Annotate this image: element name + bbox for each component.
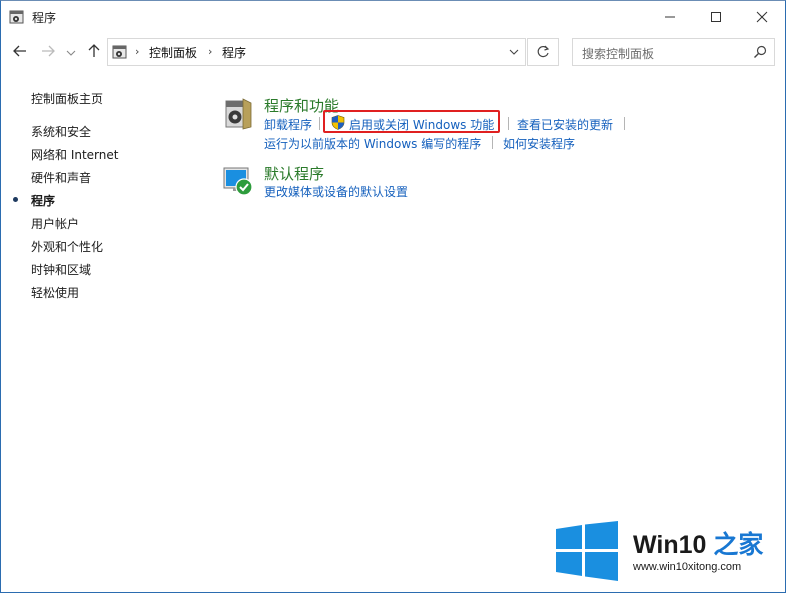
watermark-brand: Win10 之家 [633,525,763,561]
uninstall-program-link[interactable]: 卸载程序 [264,116,312,133]
control-panel-icon [9,10,24,24]
current-item-bullet [13,197,18,202]
arrow-left-icon [13,45,26,57]
control-panel-icon [112,45,127,59]
how-to-install-link[interactable]: 如何安装程序 [503,135,575,152]
view-installed-updates-link[interactable]: 查看已安装的更新 [517,116,613,133]
arrow-right-icon [42,45,55,57]
back-button[interactable] [11,42,29,60]
link-divider [624,117,625,130]
change-media-defaults-link[interactable]: 更改媒体或设备的默认设置 [264,183,408,200]
search-icon[interactable] [753,45,767,59]
address-bar[interactable]: › 控制面板 › 程序 [107,38,526,66]
control-panel-window: 程序 › 控制面板 › 程序 搜索控制面板 控制面板主页 系统和安全 网络和 I… [0,0,786,593]
forward-button[interactable] [39,42,57,60]
minimize-button[interactable] [647,1,693,32]
maximize-icon [711,11,721,22]
close-icon [756,11,768,22]
default-programs-icon[interactable] [223,165,255,197]
chevron-down-icon [509,49,519,55]
minimize-icon [665,16,675,17]
sidebar-item-clock-region[interactable]: 时钟和区域 [31,261,91,278]
run-older-programs-link[interactable]: 运行为以前版本的 Windows 编写的程序 [264,135,481,152]
link-divider [492,136,493,149]
recent-locations-button[interactable] [65,44,77,62]
search-placeholder[interactable]: 搜索控制面板 [582,45,654,62]
link-divider [319,117,320,130]
watermark-brand-win10: Win10 [633,531,707,559]
sidebar-item-ease-of-access[interactable]: 轻松使用 [31,284,79,301]
window-title: 程序 [32,11,57,25]
sidebar-item-appearance[interactable]: 外观和个性化 [31,238,103,255]
breadcrumb-control-panel[interactable]: 控制面板 [149,44,197,61]
chevron-down-icon [66,50,76,56]
sidebar-item-programs[interactable]: 程序 [31,192,55,209]
sidebar-item-network[interactable]: 网络和 Internet [31,146,118,163]
breadcrumb-programs[interactable]: 程序 [222,44,246,61]
arrow-up-icon [88,44,100,57]
watermark-brand-suffix: 之家 [713,531,764,559]
sidebar-item-user-accounts[interactable]: 用户帐户 [31,215,79,232]
breadcrumb-chevron-icon[interactable]: › [135,45,139,58]
up-button[interactable] [85,42,103,60]
sidebar-item-system-security[interactable]: 系统和安全 [31,123,91,140]
windows-logo-icon [556,521,618,581]
refresh-button[interactable] [527,38,559,66]
breadcrumb-chevron-icon[interactable]: › [208,45,212,58]
search-box[interactable]: 搜索控制面板 [572,38,775,66]
watermark-url: www.win10xitong.com [633,561,742,573]
refresh-icon [537,45,550,58]
programs-features-icon[interactable] [223,97,253,131]
title-bar[interactable]: 程序 [1,1,785,32]
address-history-button[interactable] [502,39,526,65]
uac-shield-icon [331,115,345,130]
navigation-bar: › 控制面板 › 程序 搜索控制面板 [1,32,785,72]
default-programs-title[interactable]: 默认程序 [264,163,324,184]
sidebar-item-home[interactable]: 控制面板主页 [31,90,103,107]
sidebar-item-hardware-sound[interactable]: 硬件和声音 [31,169,91,186]
close-button[interactable] [739,1,785,32]
turn-windows-features-link[interactable]: 启用或关闭 Windows 功能 [349,116,494,133]
maximize-button[interactable] [693,1,739,32]
link-divider [508,117,509,130]
